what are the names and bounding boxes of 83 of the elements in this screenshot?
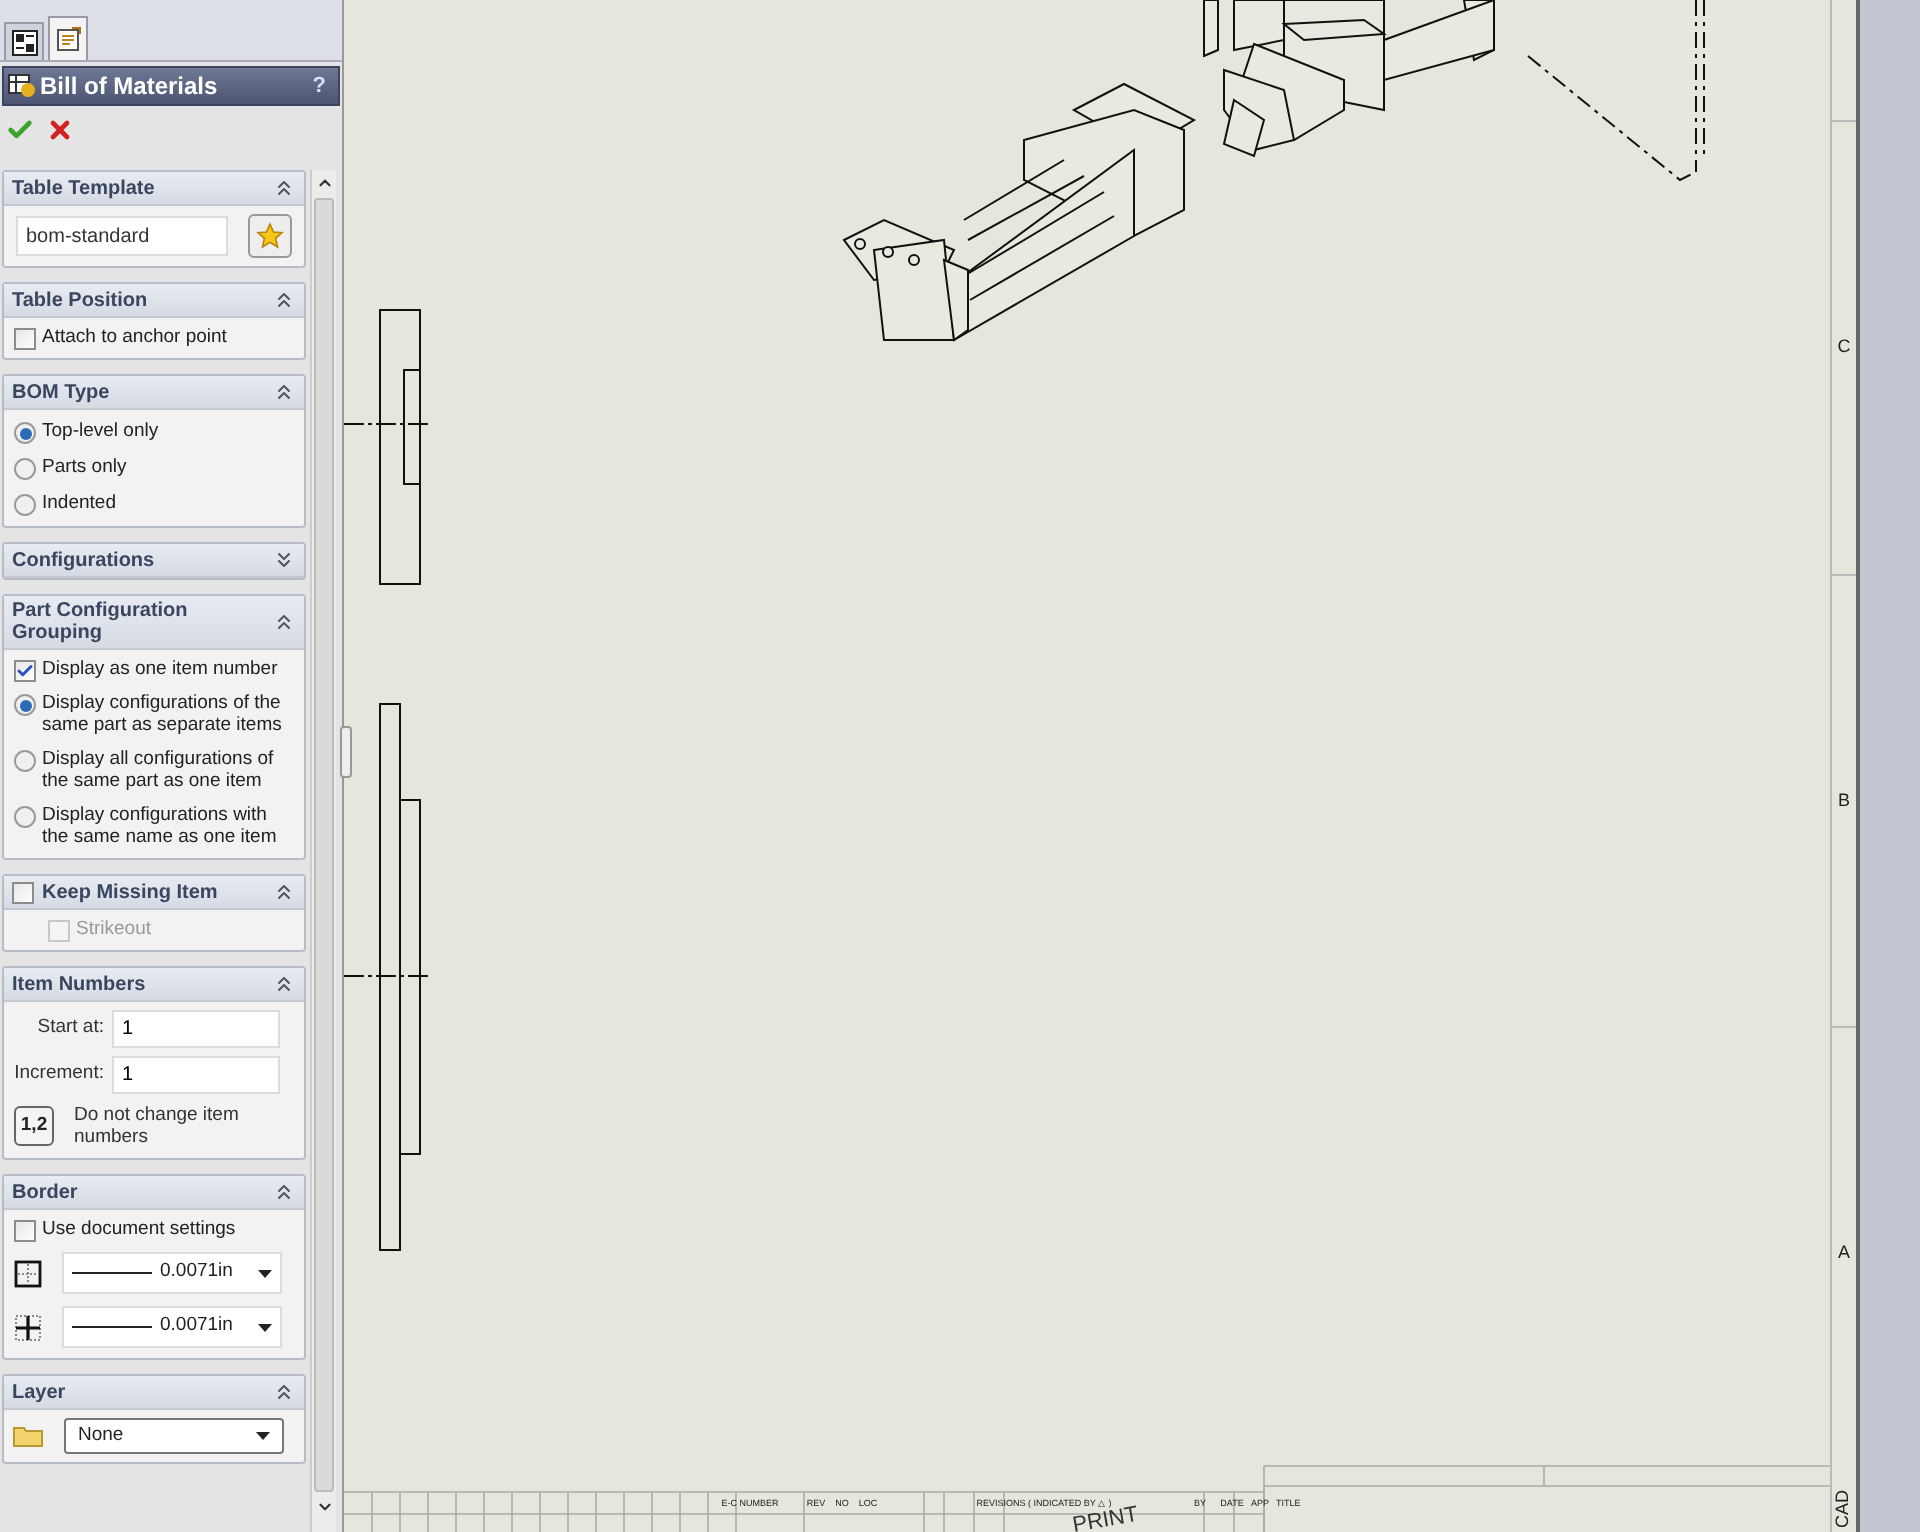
group-header[interactable]: Keep Missing Item (4, 876, 304, 910)
collapse-icon[interactable] (272, 1380, 296, 1404)
group-title: Table Template (12, 177, 157, 199)
checkbox[interactable] (14, 1219, 36, 1241)
radio-button[interactable] (14, 494, 36, 516)
table-icon (8, 74, 36, 98)
radio-label: Parts only (42, 456, 129, 478)
collapse-icon[interactable] (272, 880, 296, 904)
zone-label: C (1837, 334, 1851, 361)
tree-icon (11, 29, 37, 55)
radio-button[interactable] (14, 694, 36, 716)
dropdown-arrow-icon (258, 1269, 272, 1277)
dropdown-arrow-icon (256, 1432, 270, 1440)
expand-icon[interactable] (272, 548, 296, 572)
group-header[interactable]: Table Template (4, 172, 304, 206)
inner-border-icon (14, 1313, 42, 1341)
group-title: Border (12, 1181, 80, 1203)
scrollbar[interactable] (310, 170, 336, 1532)
group-title: Configurations (12, 549, 157, 571)
group-title: Part Configuration Grouping (12, 600, 190, 644)
dropdown-arrow-icon (258, 1323, 272, 1331)
collapse-icon[interactable] (272, 610, 296, 634)
number-field[interactable]: 1 (112, 1010, 280, 1048)
group-header[interactable]: Layer (4, 1376, 304, 1410)
radio-label: Display configurations with the same name as one item (42, 804, 279, 848)
radio-label: Top-level only (42, 420, 161, 442)
group-title: BOM Type (12, 381, 112, 403)
ok-button[interactable] (6, 116, 34, 144)
star-icon (256, 222, 285, 250)
checkbox-label: Strikeout (76, 918, 151, 942)
layer-dropdown[interactable]: None (64, 1418, 284, 1454)
checkbox[interactable] (14, 327, 36, 349)
collapse-icon[interactable] (272, 380, 296, 404)
radio-button[interactable] (14, 422, 36, 444)
checkbox-label: Attach to anchor point (42, 326, 227, 350)
panel-tab[interactable] (4, 22, 44, 60)
template-field[interactable]: bom-standard (16, 216, 229, 256)
group-header[interactable]: Item Numbers (4, 968, 304, 1002)
radio-label: Display all configurations of the same part as one item (42, 748, 276, 792)
splitter-handle[interactable] (340, 726, 352, 778)
properties-icon (55, 26, 81, 52)
group-header[interactable]: Configurations (4, 544, 304, 578)
scrollbar-thumb[interactable] (314, 198, 334, 1492)
cancel-button[interactable] (46, 116, 74, 144)
note-text: Do not change item numbers (74, 1104, 241, 1148)
collapse-icon[interactable] (272, 1180, 296, 1204)
zone-label: A (1837, 1240, 1850, 1267)
collapse-icon[interactable] (272, 288, 296, 312)
panel-title: Bill of Materials (40, 70, 218, 104)
panel-tab[interactable] (48, 16, 88, 60)
radio-label: Indented (42, 492, 118, 514)
checkbox[interactable] (12, 881, 34, 903)
outer-border-icon (14, 1259, 42, 1287)
number-field[interactable]: 1 (112, 1056, 280, 1094)
scroll-up-icon[interactable] (315, 174, 333, 192)
group-header[interactable]: Table Position (4, 284, 304, 318)
field-label: Start at: (35, 1014, 106, 1043)
checkbox-label: Use document settings (42, 1218, 236, 1242)
checkbox[interactable] (14, 659, 36, 681)
group-title: Item Numbers (12, 973, 148, 995)
line-weight-dropdown[interactable]: 0.0071in (62, 1252, 282, 1294)
group-title: Keep Missing Item (42, 881, 220, 903)
group-header[interactable]: Part Configuration Grouping (4, 596, 304, 650)
field-label: Increment: (12, 1060, 106, 1089)
checkbox-label: Display as one item number (42, 658, 278, 682)
radio-button[interactable] (14, 750, 36, 772)
scroll-down-icon[interactable] (315, 1498, 333, 1516)
group-title: Table Position (12, 289, 150, 311)
line-weight-dropdown[interactable]: 0.0071in (62, 1306, 282, 1348)
side-label: CAD (1830, 1490, 1855, 1529)
radio-button[interactable] (14, 458, 36, 480)
renumber-button[interactable]: 1,2 (14, 1106, 54, 1146)
zone-label: B (1837, 787, 1850, 814)
group-header[interactable]: BOM Type (4, 376, 304, 410)
radio-label: Display configurations of the same part as separate items (42, 692, 284, 736)
help-button[interactable]: ? (312, 69, 334, 103)
collapse-icon[interactable] (272, 972, 296, 996)
radio-button[interactable] (14, 806, 36, 828)
collapse-icon[interactable] (272, 176, 296, 200)
open-template-button[interactable] (248, 214, 292, 258)
folder-icon (12, 1424, 44, 1448)
group-header[interactable]: Border (4, 1176, 304, 1210)
group-title: Layer (12, 1381, 68, 1403)
